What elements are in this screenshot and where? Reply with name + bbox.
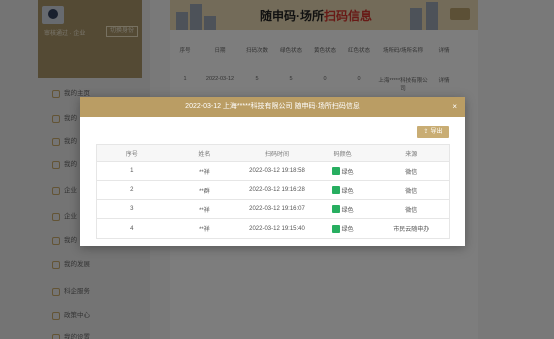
cell-time: 2022-03-12 19:16:07 xyxy=(249,206,305,212)
cell-source: 微信 xyxy=(405,169,418,176)
cell-color: 绿色 xyxy=(312,224,374,233)
table-row: 1 **祥 2022-03-12 19:18:58 绿色 微信 xyxy=(97,162,449,181)
cell-source: 微信 xyxy=(405,207,418,214)
cell-name: **祥 xyxy=(199,207,210,214)
table-header: 序号 姓名 扫码时间 码颜色 来源 xyxy=(97,145,449,162)
table-row: 4 **祥 2022-03-12 19:15:40 绿色 市民云随申办 xyxy=(97,219,449,238)
cell-no: 3 xyxy=(130,206,134,212)
table-row: 2 **群 2022-03-12 19:16:28 绿色 微信 xyxy=(97,181,449,200)
cell-color: 绿色 xyxy=(312,186,374,195)
modal-title: 2022-03-12 上海*****科技有限公司 随申码·场所扫码信息 xyxy=(185,103,360,110)
cell-time: 2022-03-12 19:15:40 xyxy=(249,225,305,232)
column-header-color: 码颜色 xyxy=(333,151,352,158)
close-icon[interactable]: × xyxy=(452,97,457,117)
cell-no: 2 xyxy=(130,187,134,193)
cell-name: **群 xyxy=(199,188,210,195)
cell-color: 绿色 xyxy=(312,205,374,214)
scan-records-table: 序号 姓名 扫码时间 码颜色 来源 1 **祥 2022-03-12 19:18… xyxy=(96,144,450,239)
green-code-icon xyxy=(331,167,340,175)
green-code-icon xyxy=(331,224,340,233)
column-header-name: 姓名 xyxy=(198,151,211,158)
cell-no: 4 xyxy=(130,225,134,232)
export-icon: ⇪ xyxy=(423,129,429,135)
cell-time: 2022-03-12 19:16:28 xyxy=(249,187,305,193)
modal-header: 2022-03-12 上海*****科技有限公司 随申码·场所扫码信息 × xyxy=(80,97,465,117)
scan-info-modal: 2022-03-12 上海*****科技有限公司 随申码·场所扫码信息 × ⇪ 导… xyxy=(80,97,465,246)
green-code-icon xyxy=(331,205,340,213)
export-button[interactable]: ⇪ 导出 xyxy=(417,126,449,138)
cell-no: 1 xyxy=(130,168,134,174)
table-row: 3 **祥 2022-03-12 19:16:07 绿色 微信 xyxy=(97,200,449,219)
cell-name: **祥 xyxy=(199,227,210,233)
column-header-source: 来源 xyxy=(405,151,418,158)
cell-name: **祥 xyxy=(199,169,210,176)
column-header-no: 序号 xyxy=(125,151,138,158)
cell-source: 市民云随申办 xyxy=(393,227,430,233)
cell-source: 微信 xyxy=(405,188,418,195)
cell-color: 绿色 xyxy=(312,167,374,176)
column-header-time: 扫码时间 xyxy=(264,151,289,158)
green-code-icon xyxy=(331,186,340,194)
cell-time: 2022-03-12 19:18:58 xyxy=(249,168,305,174)
